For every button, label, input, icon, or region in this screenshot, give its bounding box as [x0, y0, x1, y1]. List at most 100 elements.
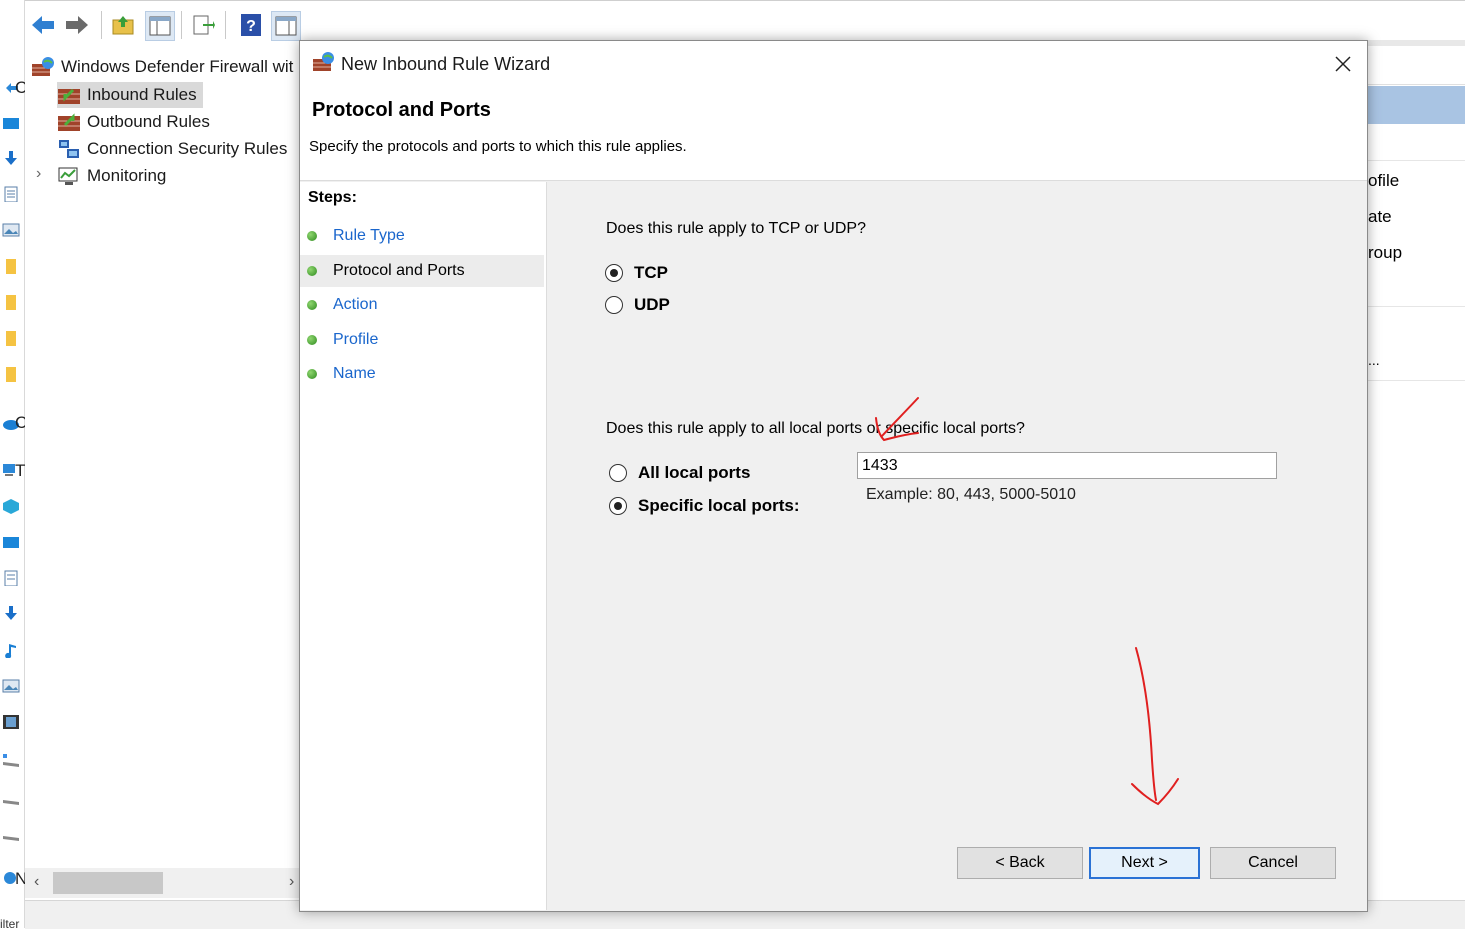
connection-security-icon: [59, 140, 79, 158]
step-label: Profile: [333, 331, 379, 348]
cancel-button[interactable]: Cancel: [1210, 847, 1336, 879]
dialog-title: New Inbound Rule Wizard: [341, 54, 551, 74]
specific-ports-input[interactable]: [857, 452, 1277, 479]
new-inbound-rule-wizard-dialog: New Inbound Rule Wizard Protocol and Por…: [299, 40, 1368, 912]
radio-button[interactable]: [605, 296, 623, 314]
step-bullet-icon: [307, 335, 317, 345]
show-hide-action-pane-icon: [275, 16, 297, 36]
music-icon[interactable]: [2, 642, 20, 658]
folder-icon[interactable]: [2, 366, 20, 382]
actions-pane-header: [1366, 86, 1465, 124]
tree-item-monitoring[interactable]: Monitoring: [57, 163, 166, 189]
wizard-content: Does this rule apply to TCP or UDP? TCP …: [549, 182, 1367, 910]
tree-item-label: Inbound Rules: [87, 85, 197, 104]
documents-icon[interactable]: [2, 570, 20, 586]
protocol-question: Does this rule apply to TCP or UDP?: [606, 220, 866, 237]
status-filter-text: ilter: [0, 917, 20, 931]
folder-icon[interactable]: [2, 330, 20, 346]
ports-example-hint: Example: 80, 443, 5000-5010: [866, 486, 1076, 503]
dialog-titlebar: New Inbound Rule Wizard: [300, 41, 1367, 85]
ports-question: Does this rule apply to all local ports …: [606, 420, 1025, 437]
steps-title: Steps:: [308, 189, 357, 206]
tree-root-firewall[interactable]: Windows Defender Firewall wit: [31, 54, 293, 80]
radio-udp[interactable]: UDP: [605, 295, 670, 315]
step-name[interactable]: Name: [300, 358, 544, 390]
tree-item-label: Monitoring: [87, 166, 167, 185]
radio-label: UDP: [634, 295, 670, 314]
column-header[interactable]: ofile: [1368, 171, 1399, 191]
step-label: Name: [333, 365, 376, 382]
more-actions[interactable]: ...: [1368, 352, 1380, 368]
folder-icon[interactable]: [2, 294, 20, 310]
tree-item-outbound-rules[interactable]: Outbound Rules: [57, 109, 210, 135]
svg-text:?: ?: [246, 18, 256, 35]
up-one-level-button[interactable]: [109, 11, 137, 39]
downloads-icon[interactable]: [2, 150, 20, 166]
show-hide-tree-icon: [149, 16, 171, 36]
monitoring-icon: [58, 167, 78, 185]
tree-item-inbound-rules[interactable]: Inbound Rules: [57, 82, 203, 108]
column-header[interactable]: ate: [1368, 207, 1392, 227]
export-list-icon: [193, 15, 215, 35]
step-bullet-icon: [307, 231, 317, 241]
actions-pane: ofile ate roup ...: [1366, 40, 1465, 920]
show-hide-action-pane-button[interactable]: [271, 11, 301, 41]
expand-chevron-icon[interactable]: ›: [36, 165, 41, 183]
scroll-left-arrow-icon[interactable]: ‹: [34, 873, 39, 891]
forward-button[interactable]: [63, 11, 91, 39]
scrollbar-thumb[interactable]: [53, 872, 163, 894]
radio-all-local-ports[interactable]: All local ports: [609, 463, 750, 483]
radio-button-selected[interactable]: [609, 497, 627, 515]
drive-icon[interactable]: [2, 790, 20, 806]
step-action[interactable]: Action: [300, 289, 544, 321]
page-description: Specify the protocols and ports to which…: [309, 138, 687, 155]
show-hide-console-tree-button[interactable]: [145, 11, 175, 41]
console-tree: Windows Defender Firewall wit Inbound Ru…: [25, 45, 300, 900]
next-button[interactable]: Next >: [1089, 847, 1200, 879]
step-protocol-and-ports[interactable]: Protocol and Ports: [300, 255, 544, 287]
step-rule-type[interactable]: Rule Type: [300, 220, 544, 252]
step-label: Protocol and Ports: [333, 262, 465, 279]
documents-icon[interactable]: [2, 186, 20, 202]
sidebar-char: T: [15, 461, 26, 480]
tree-item-connection-security-rules[interactable]: Connection Security Rules: [57, 136, 287, 162]
tree-root-label: Windows Defender Firewall wit: [61, 57, 294, 76]
radio-tcp[interactable]: TCP: [605, 263, 668, 283]
back-button[interactable]: < Back: [957, 847, 1083, 879]
folder-icon[interactable]: [2, 258, 20, 274]
desktop-icon[interactable]: [2, 116, 20, 132]
firewall-globe-icon: [313, 52, 334, 71]
scroll-right-arrow-icon[interactable]: ›: [289, 873, 294, 891]
radio-label: All local ports: [638, 463, 751, 482]
help-button[interactable]: ?: [237, 11, 265, 39]
explorer-sidebar-strip: C C T N ilter: [0, 0, 27, 931]
step-bullet-icon: [307, 300, 317, 310]
dialog-header: Protocol and Ports Specify the protocols…: [300, 85, 1367, 181]
help-icon: ?: [241, 14, 261, 36]
radio-button-selected[interactable]: [605, 264, 623, 282]
drive-icon[interactable]: [2, 752, 20, 768]
outbound-rules-icon: [58, 113, 80, 131]
videos-icon[interactable]: [2, 714, 20, 730]
pictures-icon[interactable]: [2, 678, 20, 694]
steps-pane: Steps: Rule Type Protocol and Ports Acti…: [300, 182, 547, 910]
column-header[interactable]: roup: [1368, 243, 1402, 263]
tree-item-label: Outbound Rules: [87, 112, 210, 131]
firewall-globe-icon: [32, 57, 54, 76]
3d-objects-icon[interactable]: [2, 498, 20, 514]
page-title: Protocol and Ports: [312, 99, 491, 121]
pictures-icon[interactable]: [2, 222, 20, 238]
close-icon[interactable]: [1330, 51, 1356, 77]
radio-button[interactable]: [609, 464, 627, 482]
back-button[interactable]: [29, 11, 57, 39]
step-label: Rule Type: [333, 227, 405, 244]
radio-label: Specific local ports:: [638, 496, 800, 515]
desktop-icon[interactable]: [2, 535, 20, 551]
downloads-icon[interactable]: [2, 605, 20, 621]
back-arrow-icon: [32, 16, 54, 34]
radio-specific-local-ports[interactable]: Specific local ports:: [609, 496, 800, 516]
drive-icon[interactable]: [2, 826, 20, 842]
up-folder-icon: [112, 16, 134, 35]
step-profile[interactable]: Profile: [300, 324, 544, 356]
export-list-button[interactable]: [189, 11, 217, 39]
